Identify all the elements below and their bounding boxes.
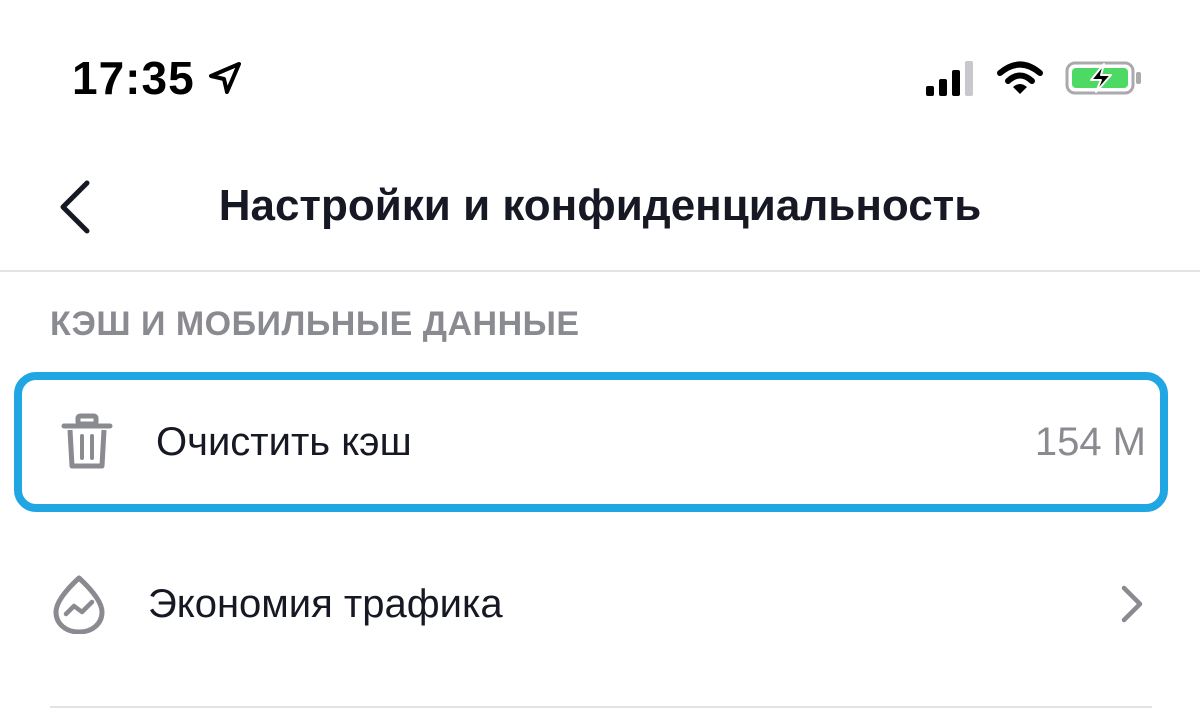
data-saver-row[interactable]: Экономия трафика: [14, 534, 1168, 674]
time-group: 17:35: [72, 50, 243, 106]
cellular-signal-icon: [924, 58, 976, 98]
clear-cache-row[interactable]: Очистить кэш 154 M: [14, 372, 1168, 512]
battery-charging-icon: [1064, 58, 1144, 98]
clear-cache-label: Очистить кэш: [156, 420, 412, 464]
section-header: КЭШ И МОБИЛЬНЫЕ ДАННЫЕ: [50, 305, 580, 343]
trash-icon: [60, 412, 114, 472]
data-saver-icon: [52, 574, 106, 634]
status-bar: 17:35: [0, 0, 1200, 150]
nav-header: Настройки и конфиденциальность: [0, 150, 1200, 272]
divider: [50, 706, 1152, 708]
location-arrow-icon: [207, 60, 243, 96]
page-title: Настройки и конфиденциальность: [218, 181, 982, 230]
settings-screen: 17:35 Настройки и конфиденциальность КЭШ…: [0, 0, 1200, 720]
status-time: 17:35: [72, 52, 195, 104]
cache-size-value: 154 M: [1034, 420, 1146, 464]
data-saver-label: Экономия трафика: [148, 582, 503, 626]
chevron-right-icon: [1116, 582, 1146, 626]
wifi-icon: [996, 58, 1044, 98]
status-icons: [924, 56, 1144, 100]
